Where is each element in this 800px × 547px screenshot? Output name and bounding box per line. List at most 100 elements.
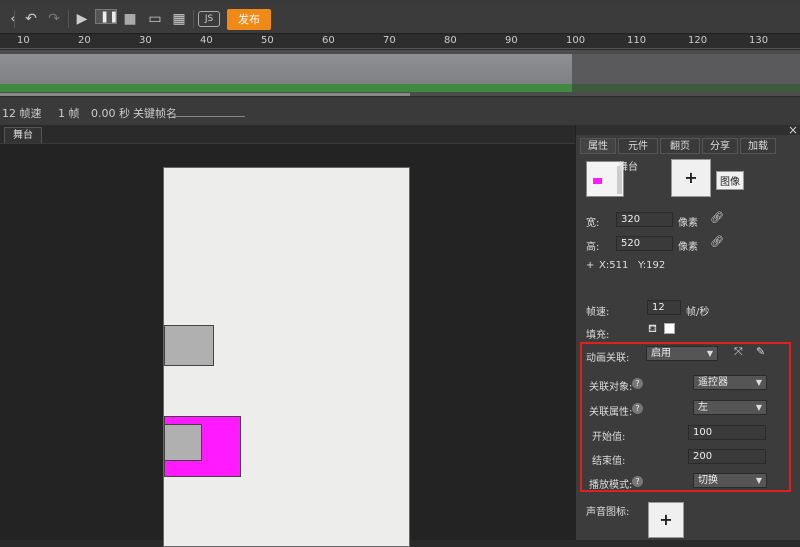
mode-select[interactable]: 切换 ▼	[693, 473, 767, 488]
fill-color-swatch[interactable]	[664, 323, 675, 334]
stage-name-label: 舞台	[618, 162, 638, 173]
mode-value: 切换	[698, 475, 718, 486]
js-button[interactable]: JS	[198, 11, 220, 27]
toolbar: ‹ ↶ ↷ ▶ ❚❚ ■ ▭ ▦ JS 发布	[0, 4, 800, 34]
unlink-icon[interactable]: ⤧	[734, 345, 743, 359]
chevron-down-icon: ▼	[706, 349, 713, 358]
stop-button[interactable]: ■	[119, 9, 141, 29]
stage-canvas[interactable]	[163, 167, 410, 547]
timeline-empty-frames[interactable]	[572, 54, 800, 84]
target-value: 遥控器	[698, 377, 728, 388]
anim-link-select[interactable]: 启用 ▼	[646, 346, 718, 361]
framerate-label: 帧速:	[586, 307, 610, 318]
play-button[interactable]: ▶	[71, 9, 93, 29]
ruler-tick: 100	[566, 35, 586, 46]
tab-properties[interactable]: 属性	[580, 138, 616, 154]
timeline-empty-bar	[572, 84, 800, 92]
target-select[interactable]: 遥控器 ▼	[693, 375, 767, 390]
status-bar: 12 帧速 1 帧 0.00 秒 关键帧名	[0, 97, 800, 125]
height-label: 高:	[586, 242, 600, 253]
framerate-input[interactable]: 12	[647, 300, 681, 315]
timeline-keyframe-bar[interactable]	[0, 84, 572, 92]
ruler-tick: 30	[139, 35, 152, 46]
ruler-tick: 20	[78, 35, 91, 46]
chevron-down-icon: ▼	[755, 403, 762, 412]
anim-link-value: 启用	[651, 348, 671, 359]
crosshair-icon: +	[586, 260, 595, 271]
image-label[interactable]: 图像	[716, 171, 744, 190]
help-icon[interactable]: ?	[632, 403, 643, 414]
tab-components[interactable]: 元件	[618, 138, 658, 154]
paint-bucket-icon[interactable]: ⛾	[648, 322, 657, 337]
width-input[interactable]: 320	[616, 212, 673, 227]
ruler-tick: 10	[17, 35, 30, 46]
height-unit: 像素	[678, 242, 698, 253]
anim-link-label: 动画关联:	[586, 353, 630, 364]
ruler-tick: 80	[444, 35, 457, 46]
tab-load[interactable]: 加载	[740, 138, 776, 154]
framerate-unit: 帧/秒	[686, 307, 710, 318]
fps-status: 12 帧速	[2, 107, 42, 120]
sound-icon-label: 声音图标:	[586, 507, 630, 518]
publish-button[interactable]: 发布	[227, 9, 271, 30]
width-label: 宽:	[586, 218, 600, 229]
ruler-tick: 70	[383, 35, 396, 46]
timeline-scrollbar[interactable]	[0, 93, 410, 96]
start-label: 开始值:	[592, 432, 626, 443]
panel-header: ×	[576, 123, 800, 137]
keyframe-name-input[interactable]	[172, 105, 245, 117]
tab-stage[interactable]: 舞台	[4, 127, 42, 143]
qrcode-button[interactable]: ▦	[168, 9, 190, 29]
ruler-tick: 50	[261, 35, 274, 46]
add-sound-icon-button[interactable]: +	[648, 502, 684, 538]
preview-button[interactable]: ▭	[144, 9, 166, 29]
help-icon[interactable]: ?	[632, 476, 643, 487]
tab-share[interactable]: 分享	[702, 138, 738, 154]
coord-y: Y:192	[638, 260, 666, 271]
ruler-tick: 120	[688, 35, 708, 46]
gray-inner-rectangle[interactable]	[164, 424, 202, 461]
coord-x: X:511	[599, 260, 629, 271]
toolbar-divider	[68, 10, 69, 28]
pause-button[interactable]: ❚❚	[95, 9, 118, 24]
timeline-ruler[interactable]: 10 20 30 40 50 60 70 80 90 100 110 120 1…	[0, 35, 800, 49]
target-label: 关联对象:	[589, 382, 633, 393]
keyframe-name-label: 关键帧名	[133, 107, 177, 120]
properties-panel: × 属性 元件 翻页 分享 加载 舞台 + 图像 宽: 320 像素 🔗︎ 高:…	[575, 123, 800, 540]
time-status: 0.00 秒	[91, 107, 130, 120]
redo-button[interactable]: ↷	[43, 9, 65, 29]
tab-pages[interactable]: 翻页	[660, 138, 700, 154]
property-select[interactable]: 左 ▼	[693, 400, 767, 415]
stage-tabbar: 舞台	[0, 125, 575, 143]
ruler-tick: 130	[749, 35, 769, 46]
frame-status: 1 帧	[58, 107, 80, 120]
end-input[interactable]: 200	[688, 449, 766, 464]
add-image-button[interactable]: +	[671, 159, 711, 197]
fill-label: 填充:	[586, 330, 610, 341]
timeline-frames[interactable]	[0, 54, 572, 84]
help-icon[interactable]: ?	[632, 378, 643, 389]
chevron-down-icon: ▼	[755, 476, 762, 485]
ruler-tick: 60	[322, 35, 335, 46]
link-icon[interactable]: 🔗︎	[710, 211, 724, 224]
ruler-tick: 90	[505, 35, 518, 46]
chevron-down-icon: ▼	[755, 378, 762, 387]
height-input[interactable]: 520	[616, 236, 673, 251]
ruler-tick: 110	[627, 35, 647, 46]
end-label: 结束值:	[592, 456, 626, 467]
property-label: 关联属性:	[589, 407, 633, 418]
mode-label: 播放模式:	[589, 480, 633, 491]
toolbar-divider	[193, 10, 194, 28]
gray-rectangle[interactable]	[164, 325, 214, 366]
start-input[interactable]: 100	[688, 425, 766, 440]
close-icon[interactable]: ×	[788, 123, 798, 137]
ruler-tick: 40	[200, 35, 213, 46]
stage-area[interactable]	[0, 143, 575, 547]
timeline-track[interactable]	[0, 50, 800, 96]
link-icon[interactable]: 🔗︎	[710, 235, 724, 248]
pencil-icon[interactable]: ✎	[756, 345, 765, 358]
thumbnail-magenta	[593, 178, 602, 184]
undo-button[interactable]: ↶	[20, 9, 42, 29]
property-value: 左	[698, 402, 708, 413]
toolbar-divider	[14, 10, 15, 28]
